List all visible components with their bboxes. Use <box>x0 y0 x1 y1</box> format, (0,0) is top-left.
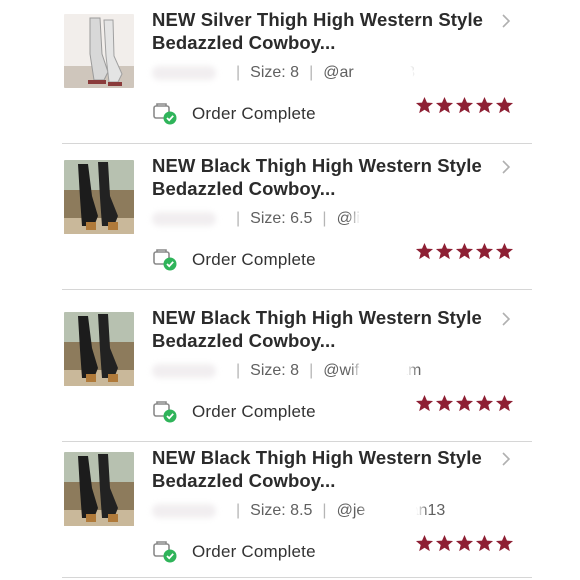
status-label: Order Complete <box>192 542 316 561</box>
order-status: Order Complete <box>152 400 316 424</box>
title-line-2: Bedazzled Cowboy... <box>152 178 336 199</box>
title-line-1: NEW Black Thigh High Western Style <box>152 447 482 468</box>
product-thumbnail[interactable] <box>64 14 134 88</box>
separator: | <box>322 210 327 227</box>
product-title[interactable]: NEW Black Thigh High Western Style Bedaz… <box>152 154 487 200</box>
title-line-2: Bedazzled Cowboy... <box>152 32 336 53</box>
star-icon <box>495 242 514 260</box>
chevron-right-icon[interactable] <box>498 12 514 30</box>
separator: | <box>309 64 314 81</box>
buyer-name-redacted <box>152 504 216 518</box>
handle-redaction <box>361 359 408 385</box>
separator: | <box>236 502 241 519</box>
star-icon <box>455 394 474 412</box>
star-icon <box>415 534 434 552</box>
title-line-1: NEW Silver Thigh High Western Style <box>152 9 484 30</box>
product-title[interactable]: NEW Silver Thigh High Western Style Beda… <box>152 8 487 54</box>
buyer-name-redacted <box>152 212 216 226</box>
order-status: Order Complete <box>152 248 316 272</box>
separator: | <box>322 502 327 519</box>
star-icon <box>415 242 434 260</box>
star-icon <box>475 394 494 412</box>
seller-handle[interactable]: @li <box>336 207 405 233</box>
product-thumbnail[interactable] <box>64 452 134 526</box>
product-thumbnail[interactable] <box>64 160 134 234</box>
chevron-right-icon[interactable] <box>498 310 514 328</box>
separator: | <box>236 362 241 379</box>
star-icon <box>435 242 454 260</box>
title-line-1: NEW Black Thigh High Western Style <box>152 307 482 328</box>
star-icon <box>415 394 434 412</box>
order-status: Order Complete <box>152 102 316 126</box>
boot-image-icon <box>64 312 134 386</box>
handle-redaction <box>370 499 417 525</box>
order-meta: | Size: 8 | @ar s13 <box>152 61 512 87</box>
star-icon <box>455 534 474 552</box>
buyer-name-redacted <box>152 66 216 80</box>
chevron-right-icon[interactable] <box>498 158 514 176</box>
handle-redaction <box>358 207 405 233</box>
rating-stars <box>414 242 514 261</box>
star-icon <box>435 96 454 114</box>
title-line-1: NEW Black Thigh High Western Style <box>152 155 482 176</box>
star-icon <box>475 534 494 552</box>
seller-handle-text: @li <box>336 210 360 227</box>
title-line-2: Bedazzled Cowboy... <box>152 470 336 491</box>
star-icon <box>475 96 494 114</box>
order-status: Order Complete <box>152 540 316 564</box>
size-label: Size: 8 <box>250 362 300 379</box>
status-label: Order Complete <box>192 250 316 269</box>
separator: | <box>236 64 241 81</box>
size-label: Size: 6.5 <box>250 210 313 227</box>
chevron-right-icon[interactable] <box>498 450 514 468</box>
star-icon <box>455 242 474 260</box>
status-label: Order Complete <box>192 104 316 123</box>
handle-redaction <box>367 61 414 87</box>
order-complete-icon <box>153 103 177 125</box>
boot-image-icon <box>64 452 134 526</box>
order-row[interactable]: NEW Silver Thigh High Western Style Beda… <box>62 0 532 144</box>
order-meta: | Size: 6.5 | @li <box>152 207 512 233</box>
star-icon <box>455 96 474 114</box>
star-icon <box>475 242 494 260</box>
rating-stars <box>414 96 514 115</box>
product-thumbnail[interactable] <box>64 312 134 386</box>
star-icon <box>495 394 514 412</box>
status-label: Order Complete <box>192 402 316 421</box>
order-list: NEW Silver Thigh High Western Style Beda… <box>0 0 580 580</box>
buyer-name-redacted <box>152 364 216 378</box>
order-row[interactable]: NEW Black Thigh High Western Style Bedaz… <box>62 436 532 578</box>
separator: | <box>309 362 314 379</box>
star-icon <box>495 96 514 114</box>
order-row[interactable]: NEW Black Thigh High Western Style Bedaz… <box>62 296 532 442</box>
boot-image-icon <box>64 14 134 88</box>
rating-stars <box>414 534 514 553</box>
size-label: Size: 8.5 <box>250 502 313 519</box>
title-line-2: Bedazzled Cowboy... <box>152 330 336 351</box>
seller-handle[interactable]: @ar s13 <box>323 61 415 87</box>
order-complete-icon <box>153 249 177 271</box>
size-label: Size: 8 <box>250 64 300 81</box>
star-icon <box>415 96 434 114</box>
order-row[interactable]: NEW Black Thigh High Western Style Bedaz… <box>62 144 532 290</box>
star-icon <box>435 394 454 412</box>
separator: | <box>236 210 241 227</box>
star-icon <box>435 534 454 552</box>
boot-image-icon <box>64 160 134 234</box>
seller-handle[interactable]: @je an13 <box>337 499 445 525</box>
order-meta: | Size: 8 | @wif am <box>152 359 512 385</box>
order-meta: | Size: 8.5 | @je an13 <box>152 499 512 525</box>
product-title[interactable]: NEW Black Thigh High Western Style Bedaz… <box>152 306 487 352</box>
seller-handle[interactable]: @wif am <box>323 359 421 385</box>
order-complete-icon <box>153 401 177 423</box>
order-complete-icon <box>153 541 177 563</box>
star-icon <box>495 534 514 552</box>
product-title[interactable]: NEW Black Thigh High Western Style Bedaz… <box>152 446 487 492</box>
rating-stars <box>414 394 514 413</box>
